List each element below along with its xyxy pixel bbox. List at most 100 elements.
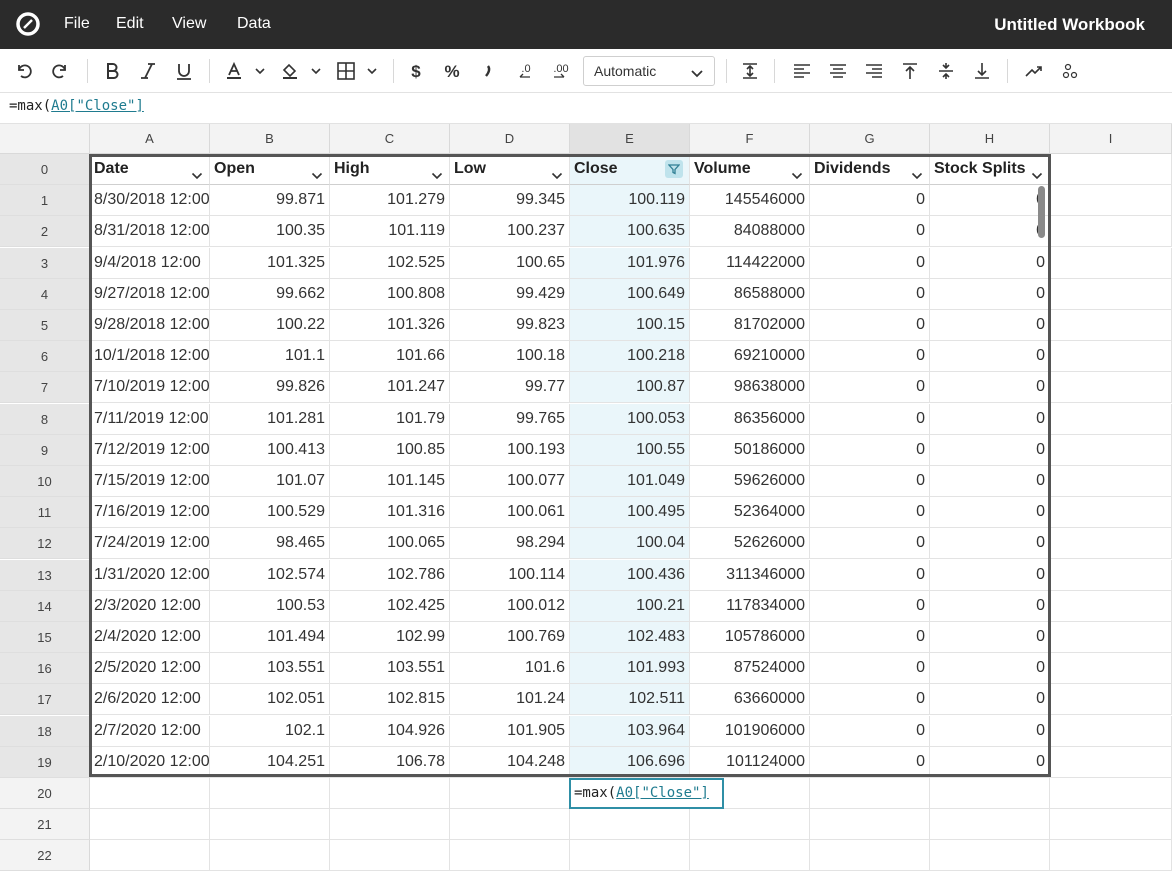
table-cell[interactable]: 100.15: [570, 310, 690, 341]
table-cell[interactable]: 0: [810, 466, 930, 497]
empty-cell[interactable]: [930, 840, 1050, 872]
table-cell[interactable]: 0: [810, 497, 930, 529]
table-cell[interactable]: 0: [930, 622, 1050, 653]
table-cell[interactable]: 100.053: [570, 403, 690, 435]
table-cell[interactable]: 101.6: [450, 653, 570, 685]
row-header[interactable]: 9: [0, 434, 90, 466]
table-cell[interactable]: 100.21: [570, 590, 690, 622]
table-cell[interactable]: 0: [810, 216, 930, 248]
workbook-title[interactable]: Untitled Workbook: [994, 15, 1145, 35]
table-header-cell[interactable]: Volume: [690, 154, 810, 185]
empty-cell[interactable]: [570, 809, 690, 841]
row-header[interactable]: 7: [0, 372, 90, 404]
table-cell[interactable]: 101124000: [690, 746, 810, 778]
table-cell[interactable]: 100.114: [450, 559, 570, 591]
empty-cell[interactable]: [690, 809, 810, 841]
table-cell[interactable]: 99.871: [210, 185, 330, 217]
row-header[interactable]: 3: [0, 247, 90, 279]
table-cell[interactable]: 101.145: [330, 466, 450, 497]
empty-cell[interactable]: [1050, 216, 1172, 248]
table-cell[interactable]: 102.511: [570, 684, 690, 716]
empty-cell[interactable]: [1050, 778, 1172, 809]
align-middle-icon[interactable]: [934, 59, 958, 83]
table-cell[interactable]: 9/28/2018 12:00: [90, 310, 210, 341]
table-cell[interactable]: 8/30/2018 12:00: [90, 185, 210, 217]
empty-cell[interactable]: [1050, 278, 1172, 310]
row-header[interactable]: 15: [0, 622, 90, 653]
empty-cell[interactable]: [330, 778, 450, 809]
table-cell[interactable]: 100.55: [570, 434, 690, 466]
table-cell[interactable]: 0: [810, 278, 930, 310]
row-header[interactable]: 6: [0, 341, 90, 373]
menu-view[interactable]: View: [172, 15, 206, 33]
table-cell[interactable]: 100.529: [210, 497, 330, 529]
empty-cell[interactable]: [330, 840, 450, 872]
row-header[interactable]: 20: [0, 778, 90, 809]
table-cell[interactable]: 7/24/2019 12:00: [90, 528, 210, 560]
table-cell[interactable]: 100.061: [450, 497, 570, 529]
table-cell[interactable]: 145546000: [690, 185, 810, 217]
table-cell[interactable]: 69210000: [690, 341, 810, 373]
table-cell[interactable]: 2/7/2020 12:00: [90, 715, 210, 747]
align-right-icon[interactable]: [862, 59, 886, 83]
table-cell[interactable]: 7/12/2019 12:00: [90, 434, 210, 466]
menu-file[interactable]: File: [64, 15, 90, 33]
table-cell[interactable]: 99.662: [210, 278, 330, 310]
table-cell[interactable]: 102.786: [330, 559, 450, 591]
column-header-c[interactable]: C: [330, 124, 450, 154]
row-header[interactable]: 21: [0, 809, 90, 841]
table-cell[interactable]: 102.1: [210, 715, 330, 747]
table-cell[interactable]: 101.247: [330, 372, 450, 404]
table-cell[interactable]: 100.012: [450, 590, 570, 622]
align-bottom-icon[interactable]: [970, 59, 994, 83]
table-cell[interactable]: 101.281: [210, 403, 330, 435]
table-cell[interactable]: 98.294: [450, 528, 570, 560]
editor-reference[interactable]: A0["Close"]: [616, 785, 709, 801]
row-header[interactable]: 8: [0, 403, 90, 435]
table-cell[interactable]: 1/31/2020 12:00: [90, 559, 210, 591]
table-cell[interactable]: 0: [930, 746, 1050, 778]
table-cell[interactable]: 8/31/2018 12:00: [90, 216, 210, 248]
empty-cell[interactable]: [1050, 715, 1172, 747]
table-cell[interactable]: 99.345: [450, 185, 570, 217]
table-cell[interactable]: 102.425: [330, 590, 450, 622]
row-header[interactable]: 0: [0, 154, 90, 185]
table-scroll-thumb[interactable]: [1038, 186, 1045, 238]
empty-cell[interactable]: [1050, 840, 1172, 872]
empty-cell[interactable]: [810, 840, 930, 872]
row-header[interactable]: 17: [0, 684, 90, 716]
empty-cell[interactable]: [1050, 341, 1172, 373]
chart-icon[interactable]: [1022, 59, 1046, 83]
table-cell[interactable]: 0: [810, 622, 930, 653]
table-cell[interactable]: 0: [930, 216, 1050, 248]
table-cell[interactable]: 0: [930, 185, 1050, 217]
column-header-i[interactable]: I: [1050, 124, 1172, 154]
column-dropdown-icon[interactable]: [431, 163, 443, 184]
table-cell[interactable]: 0: [930, 653, 1050, 685]
table-cell[interactable]: 0: [810, 528, 930, 560]
column-header-g[interactable]: G: [810, 124, 930, 154]
row-header[interactable]: 12: [0, 528, 90, 560]
redo-icon[interactable]: [48, 59, 72, 83]
table-cell[interactable]: 0: [930, 278, 1050, 310]
table-cell[interactable]: 101.993: [570, 653, 690, 685]
select-all-corner[interactable]: [0, 124, 90, 154]
fill-color-dropdown-icon[interactable]: [306, 59, 326, 83]
empty-cell[interactable]: [690, 840, 810, 872]
table-cell[interactable]: 101.07: [210, 466, 330, 497]
table-cell[interactable]: 102.483: [570, 622, 690, 653]
table-cell[interactable]: 0: [810, 185, 930, 217]
table-cell[interactable]: 104.251: [210, 746, 330, 778]
table-cell[interactable]: 103.551: [330, 653, 450, 685]
table-cell[interactable]: 100.436: [570, 559, 690, 591]
table-cell[interactable]: 0: [810, 341, 930, 373]
percent-icon[interactable]: %: [440, 59, 464, 83]
empty-cell[interactable]: [90, 809, 210, 841]
italic-icon[interactable]: [136, 59, 160, 83]
table-cell[interactable]: 87524000: [690, 653, 810, 685]
table-cell[interactable]: 106.696: [570, 746, 690, 778]
table-cell[interactable]: 101.905: [450, 715, 570, 747]
column-header-b[interactable]: B: [210, 124, 330, 154]
empty-cell[interactable]: [1050, 403, 1172, 435]
table-cell[interactable]: 7/16/2019 12:00: [90, 497, 210, 529]
